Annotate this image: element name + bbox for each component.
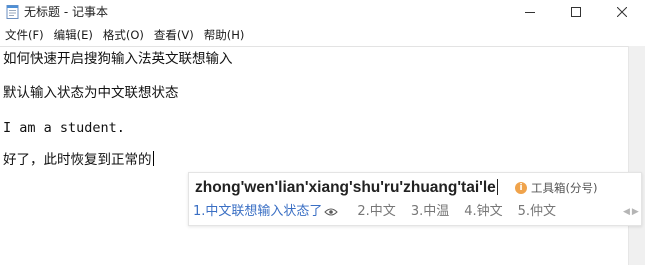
minimize-button[interactable] [507, 0, 553, 24]
ime-composition: zhong'wen'lian'xiang'shu'ru'zhuang'tai'l… [195, 178, 498, 198]
notepad-icon [6, 5, 19, 19]
ime-candidate-1[interactable]: 1.中文联想输入状态了 [193, 202, 339, 222]
editor-line: I am a student. [3, 120, 125, 136]
menu-format[interactable]: 格式(O) [98, 26, 149, 44]
menu-help[interactable]: 帮助(H) [199, 26, 250, 44]
ime-candidate-label: 1.中文联想输入状态了 [193, 204, 323, 219]
ime-candidate-3[interactable]: 3.中温 [411, 202, 449, 222]
minimize-icon [525, 12, 535, 13]
editor-line-text: 好了，此时恢复到正常的 [3, 152, 152, 168]
ime-candidate-2[interactable]: 2.中文 [357, 202, 395, 222]
vertical-scrollbar[interactable] [628, 46, 645, 265]
page-prev-icon[interactable]: ◀ [623, 204, 630, 220]
editor-line-current: 好了，此时恢复到正常的 [3, 151, 154, 169]
ime-candidate-list: 1.中文联想输入状态了 2.中文 3.中温 4.钟文 5.仲文 [193, 202, 571, 222]
ime-candidate-window: zhong'wen'lian'xiang'shu'ru'zhuang'tai'l… [188, 172, 642, 226]
ime-toolbox-button[interactable]: i 工具箱(分号) [515, 180, 597, 196]
page-next-icon[interactable]: ▶ [632, 204, 639, 220]
ime-composition-text: zhong'wen'lian'xiang'shu'ru'zhuang'tai'l… [195, 179, 496, 196]
menu-edit[interactable]: 编辑(E) [49, 26, 98, 44]
editor-line: 如何快速开启搜狗输入法英文联想输入 [3, 51, 233, 67]
menu-view[interactable]: 查看(V) [149, 26, 199, 44]
maximize-button[interactable] [553, 0, 599, 24]
notepad-window: 无标题 - 记事本 文件(F) 编辑(E) 格式(O) 查看(V) 帮助(H) … [0, 0, 645, 266]
editor-line: 默认输入状态为中文联想状态 [3, 85, 179, 101]
menu-file[interactable]: 文件(F) [0, 26, 49, 44]
info-icon: i [515, 182, 527, 194]
ime-candidate-5[interactable]: 5.仲文 [518, 202, 556, 222]
close-button[interactable] [599, 0, 645, 24]
ime-caret [496, 179, 498, 195]
text-caret [152, 151, 154, 166]
menu-bar: 文件(F) 编辑(E) 格式(O) 查看(V) 帮助(H) [0, 26, 249, 44]
maximize-icon [571, 7, 581, 17]
title-bar[interactable]: 无标题 - 记事本 [0, 0, 645, 24]
close-icon [617, 7, 627, 17]
ime-toolbox-label: 工具箱(分号) [531, 181, 598, 195]
eye-icon [324, 208, 339, 216]
text-editor[interactable]: 如何快速开启搜狗输入法英文联想输入 默认输入状态为中文联想状态 I am a s… [0, 46, 628, 266]
ime-pager: ◀ ▶ [621, 204, 639, 220]
ime-candidate-4[interactable]: 4.钟文 [464, 202, 502, 222]
window-title: 无标题 - 记事本 [24, 5, 108, 19]
